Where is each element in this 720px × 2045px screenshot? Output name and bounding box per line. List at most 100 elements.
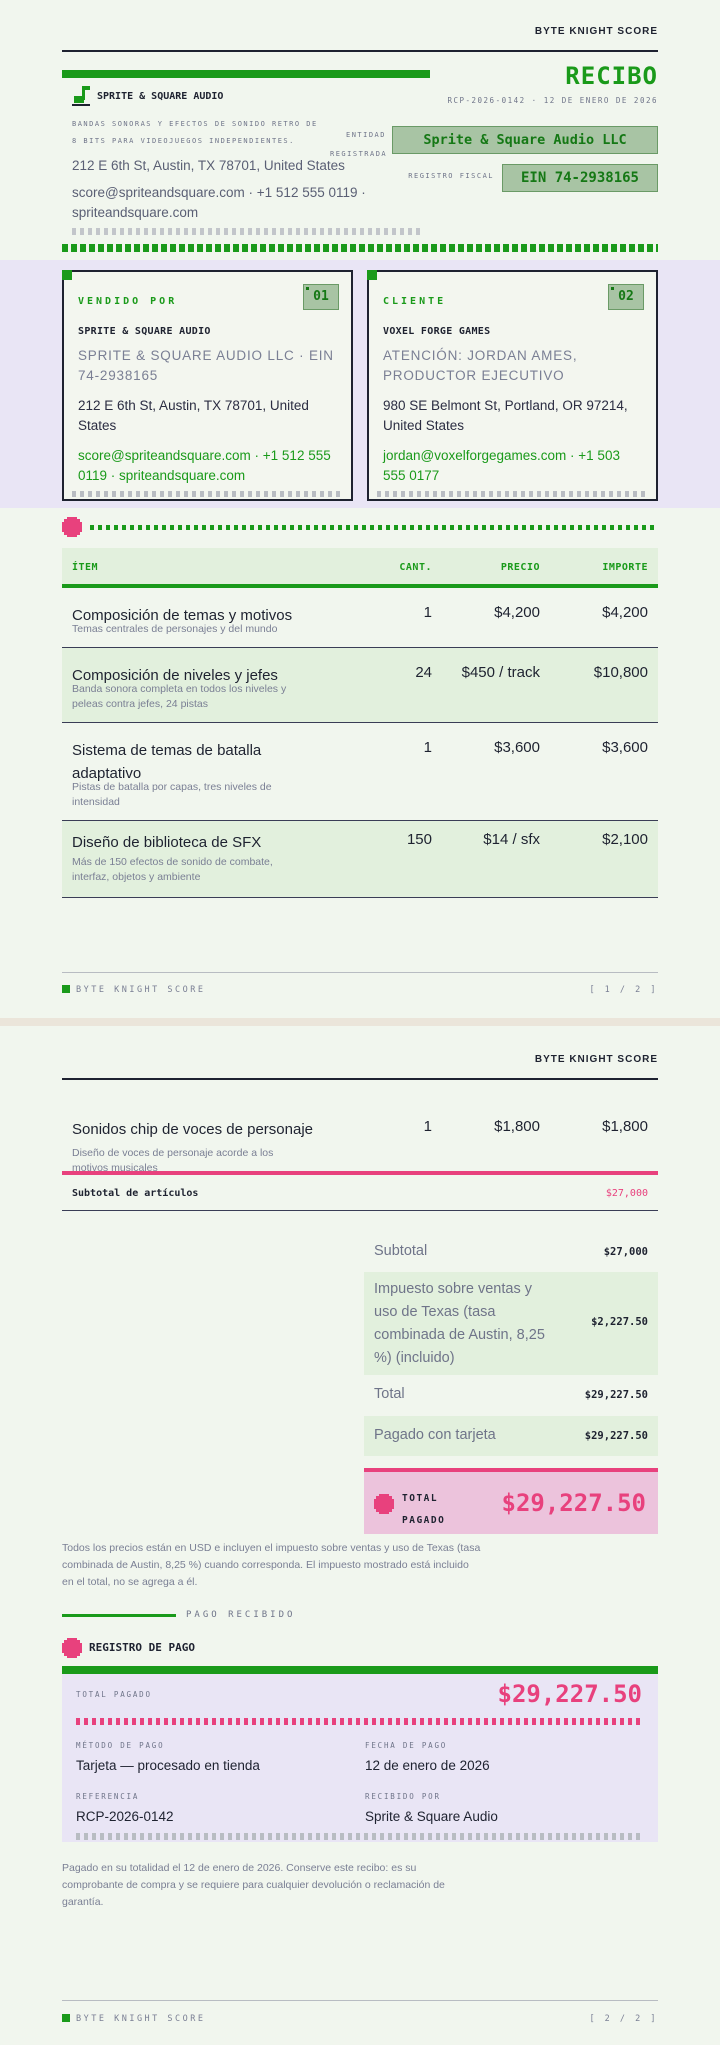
card-name: VOXEL FORGE GAMES: [383, 326, 491, 337]
date-value: 12 de enero de 2026: [365, 1758, 490, 1773]
item-note: Banda sonora completa en todos los nivel…: [72, 683, 287, 710]
card-contact: score@spriteandsquare.com · +1 512 555 0…: [78, 448, 331, 483]
method-value: Tarjeta — procesado en tienda: [76, 1758, 260, 1773]
table-row: Composición de niveles y jefes Banda son…: [62, 648, 658, 723]
grand-total-box: TOTAL PAGADO $29,227.50: [364, 1472, 658, 1534]
card-address: 980 SE Belmont St, Portland, OR 97214, U…: [383, 398, 628, 433]
item-qty: 150: [406, 831, 432, 848]
reference-value: RCP-2026-0142: [76, 1809, 174, 1824]
footer-rule: [62, 2000, 658, 2001]
table-row: Sistema de temas de batalla adaptativo P…: [62, 723, 658, 821]
card-sub: ATENCIÓN: JORDAN AMES, PRODUCTOR EJECUTI…: [383, 348, 578, 383]
seller-address: 212 E 6th St, Austin, TX 78701, United S…: [72, 158, 345, 173]
music-note-icon: [72, 86, 90, 106]
grand-total-value: $29,227.50: [501, 1489, 647, 1517]
grand-total-label: TOTAL PAGADO: [402, 1493, 446, 1526]
page-break: [0, 1018, 720, 1026]
green-dotted-rule: [62, 244, 658, 252]
col-price: PRECIO: [500, 562, 540, 573]
tax-label: REGISTRO FISCAL: [408, 172, 494, 180]
paid-label: Pagado con tarjeta: [374, 1427, 496, 1443]
footer-square: [62, 985, 70, 993]
item-desc: Sistema de temas de batalla adaptativo: [72, 742, 262, 782]
card-number: 02: [608, 284, 644, 310]
receipt-title: RECIBO: [565, 62, 658, 90]
logo-name: SPRITE & SQUARE AUDIO: [97, 91, 224, 102]
item-price: $1,800: [494, 1118, 540, 1135]
header-rule: [62, 50, 658, 52]
green-dotted-rule: [90, 525, 658, 530]
items-subtotal-value: $27,000: [605, 1188, 648, 1199]
entity-value: Sprite & Square Audio LLC: [392, 126, 658, 154]
footer-rule: [62, 972, 658, 973]
table-end-rule: [62, 1210, 658, 1211]
table-row: Composición de temas y motivos Temas cen…: [62, 588, 658, 648]
footer-brand: BYTE KNIGHT SCORE: [76, 2014, 206, 2024]
item-note: Temas centrales de personajes y del mund…: [72, 623, 278, 635]
footer-square: [62, 2014, 70, 2022]
subtotal-value: $27,000: [603, 1246, 648, 1258]
item-note: Pistas de batalla por capas, tres nivele…: [72, 781, 272, 808]
table-row: Sonidos chip de voces de personaje Diseñ…: [62, 1102, 658, 1196]
payment-total-label: TOTAL PAGADO: [76, 1690, 152, 1699]
tax-row-value: $2,227.50: [591, 1316, 648, 1328]
card-name: SPRITE & SQUARE AUDIO: [78, 326, 211, 337]
received-label: RECIBIDO POR: [365, 1792, 441, 1801]
seller-tagline: BANDAS SONORAS Y EFECTOS DE SONIDO RETRO…: [72, 120, 318, 145]
seller-contact: score@spriteandsquare.com · +1 512 555 0…: [72, 185, 366, 220]
accent-bar: [62, 70, 430, 78]
client-card: 02 CLIENTE VOXEL FORGE GAMES ATENCIÓN: J…: [367, 270, 658, 501]
pixel-heart-icon: [62, 517, 82, 537]
item-note: Más de 150 efectos de sonido de combate,…: [72, 856, 273, 883]
item-qty: 1: [423, 739, 432, 756]
receipt-page-1: BYTE KNIGHT SCORE SPRITE & SQUARE AUDIO …: [0, 0, 720, 1018]
brand-header: BYTE KNIGHT SCORE: [534, 26, 658, 37]
pink-rule: [62, 1171, 658, 1175]
payment-total-value: $29,227.50: [497, 1680, 643, 1708]
total-label: Total: [374, 1386, 405, 1402]
entity-label: ENTIDAD REGISTRADA: [330, 131, 388, 158]
item-qty: 24: [415, 664, 432, 681]
item-amount: $1,800: [602, 1118, 648, 1135]
receipt-page-2: BYTE KNIGHT SCORE Sonidos chip de voces …: [0, 1026, 720, 2045]
subtotal-label: Subtotal: [374, 1243, 428, 1259]
card-number: 01: [303, 284, 339, 310]
reference-label: REFERENCIA: [76, 1792, 140, 1801]
closing-note: Pagado en su totalidad el 12 de enero de…: [62, 1862, 445, 1908]
dotted-divider: [72, 228, 420, 235]
payment-top-bar: [62, 1666, 658, 1674]
item-amount: $2,100: [602, 831, 648, 848]
paid-row: Pagado con tarjeta $29,227.50: [364, 1416, 658, 1456]
method-label: MÉTODO DE PAGO: [76, 1741, 165, 1750]
subtotal-row: Subtotal $27,000: [364, 1232, 658, 1272]
tax-note: Todos los precios están en USD e incluye…: [62, 1542, 481, 1588]
card-caption: VENDIDO POR: [78, 296, 178, 307]
card-dots: [377, 491, 648, 497]
payment-section-rule: [62, 1614, 176, 1617]
col-amount: IMPORTE: [602, 562, 648, 573]
seller-card: 01 VENDIDO POR SPRITE & SQUARE AUDIO SPR…: [62, 270, 353, 501]
paid-value: $29,227.50: [584, 1430, 648, 1442]
item-price: $450 / track: [461, 664, 540, 681]
page-number: [ 1 / 2 ]: [589, 985, 658, 995]
card-corner: [367, 270, 377, 280]
card-dots: [72, 491, 343, 497]
item-qty: 1: [423, 604, 432, 621]
item-desc: Diseño de biblioteca de SFX: [72, 834, 262, 851]
item-price: $3,600: [494, 739, 540, 756]
card-sub: SPRITE & SQUARE AUDIO LLC · EIN 74-29381…: [78, 348, 334, 383]
dotted-divider: [76, 1833, 644, 1840]
total-value: $29,227.50: [584, 1389, 648, 1401]
total-row: Total $29,227.50: [364, 1375, 658, 1415]
card-contact: jordan@voxelforgegames.com · +1 503 555 …: [383, 448, 620, 483]
card-corner: [62, 270, 72, 280]
footer-brand: BYTE KNIGHT SCORE: [76, 985, 206, 995]
pixel-heart-icon: [374, 1494, 394, 1514]
pink-dotted-rule: [76, 1718, 644, 1725]
item-desc: Sonidos chip de voces de personaje: [72, 1121, 313, 1138]
header-rule: [62, 1078, 658, 1080]
received-value: Sprite & Square Audio: [365, 1809, 498, 1824]
item-amount: $10,800: [593, 664, 648, 681]
col-item: ÍTEM: [72, 562, 99, 573]
item-qty: 1: [423, 1118, 432, 1135]
